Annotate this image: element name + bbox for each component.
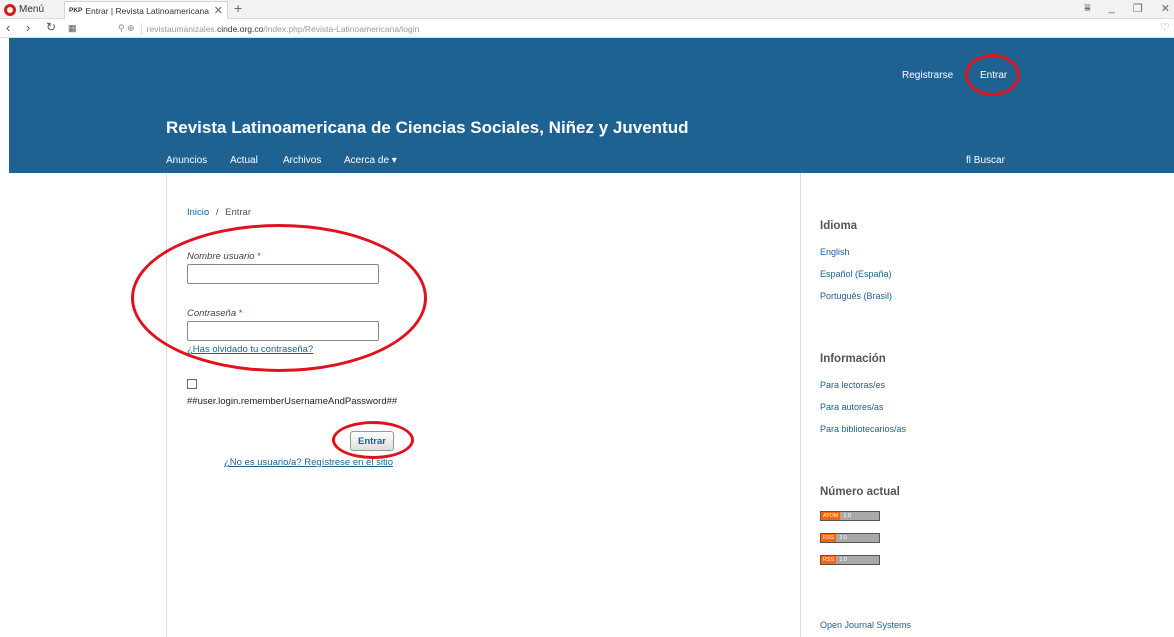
forward-icon[interactable]: ›: [26, 20, 30, 35]
opera-logo-icon: [4, 3, 16, 16]
register-link[interactable]: Registrarse: [902, 70, 953, 81]
language-link-espanol[interactable]: Español (España): [820, 269, 892, 279]
nav-item-actual[interactable]: Actual: [230, 155, 258, 166]
feed-badge-right: 1.0: [840, 512, 879, 520]
tab-close-icon[interactable]: ✕: [214, 4, 223, 17]
info-link-librarians[interactable]: Para bibliotecarios/as: [820, 424, 906, 434]
browser-tab-bar: Menú PKP Entrar | Revista Latinoamerican…: [0, 0, 1174, 19]
restore-icon[interactable]: ❐: [1133, 2, 1143, 15]
filter-icon[interactable]: ⩸: [1084, 2, 1091, 15]
breadcrumb-separator: /: [215, 207, 219, 218]
window-controls: ⩸ _ ❐ ✕: [1084, 2, 1170, 15]
language-link-english[interactable]: English: [820, 247, 850, 257]
nav-item-acerca-de[interactable]: Acerca de ▾: [344, 155, 397, 166]
info-link-readers[interactable]: Para lectoras/es: [820, 380, 885, 390]
annotation-ellipse-header-login: [965, 54, 1020, 96]
new-tab-icon[interactable]: +: [234, 0, 242, 16]
content-left-border: [166, 173, 167, 637]
address-bar: ‹ › ↻ ▦ ⚲ ⊕ revistaumanizales. cinde.org.…: [0, 19, 1174, 38]
url-domain: cinde.org.co: [217, 23, 264, 34]
menu-label: Menú: [19, 4, 45, 15]
sidebar-language-heading: Idioma: [820, 220, 858, 232]
breadcrumb: Inicio / Entrar: [187, 207, 251, 218]
feed-badge-right: 2.0: [836, 534, 879, 542]
url-separator: [140, 23, 142, 34]
browser-tab[interactable]: PKP Entrar | Revista Latinoamericana ✕: [64, 1, 228, 19]
opera-menu-button[interactable]: Menú: [4, 2, 44, 17]
annotation-ellipse-submit: [332, 421, 414, 459]
rss1-feed-badge[interactable]: RSS 1.0: [820, 555, 880, 565]
sidebar-info-heading: Información: [820, 353, 886, 365]
feed-badge-left: RSS: [821, 534, 837, 542]
tab-title: Entrar | Revista Latinoamericana: [85, 5, 210, 16]
language-link-portugues[interactable]: Português (Brasil): [820, 291, 892, 301]
url-prefix: revistaumanizales.: [146, 23, 218, 34]
feed-badge-left: RSS: [821, 556, 837, 564]
shield-icon[interactable]: ⚲ ⊕: [118, 23, 135, 34]
nav-item-archivos[interactable]: Archivos: [283, 155, 321, 166]
heart-icon[interactable]: ♡: [1160, 21, 1170, 34]
feed-badge-left: ATOM: [821, 512, 841, 520]
annotation-ellipse-form: [131, 224, 427, 372]
breadcrumb-home[interactable]: Inicio: [187, 207, 209, 218]
remember-checkbox[interactable]: [187, 379, 197, 389]
remember-label: ##user.login.rememberUsernameAndPassword…: [187, 396, 398, 407]
open-journal-systems-link[interactable]: Open Journal Systems: [820, 620, 911, 630]
pkp-favicon-icon: PKP: [69, 7, 83, 14]
search-link[interactable]: fl Buscar: [966, 155, 1005, 166]
close-icon[interactable]: ✕: [1161, 2, 1170, 15]
rss2-feed-badge[interactable]: RSS 2.0: [820, 533, 880, 543]
sidebar-current-issue-heading: Número actual: [820, 486, 900, 498]
sidebar-divider: [800, 173, 801, 637]
back-icon[interactable]: ‹: [6, 20, 10, 35]
site-title[interactable]: Revista Latinoamericana de Ciencias Soci…: [166, 118, 688, 138]
breadcrumb-current: Entrar: [225, 207, 251, 218]
atom-feed-badge[interactable]: ATOM 1.0: [820, 511, 880, 521]
minimize-icon[interactable]: _: [1109, 2, 1115, 15]
url-input[interactable]: ⚲ ⊕ revistaumanizales. cinde.org.co/index…: [118, 22, 1158, 35]
speed-dial-icon[interactable]: ▦: [68, 23, 77, 34]
reload-icon[interactable]: ↻: [46, 20, 56, 34]
info-link-authors[interactable]: Para autores/as: [820, 402, 884, 412]
feed-badge-right: 1.0: [836, 556, 879, 564]
url-path: /index.php/Revista-Latinoamericana/login: [263, 23, 420, 34]
nav-item-anuncios[interactable]: Anuncios: [166, 155, 207, 166]
